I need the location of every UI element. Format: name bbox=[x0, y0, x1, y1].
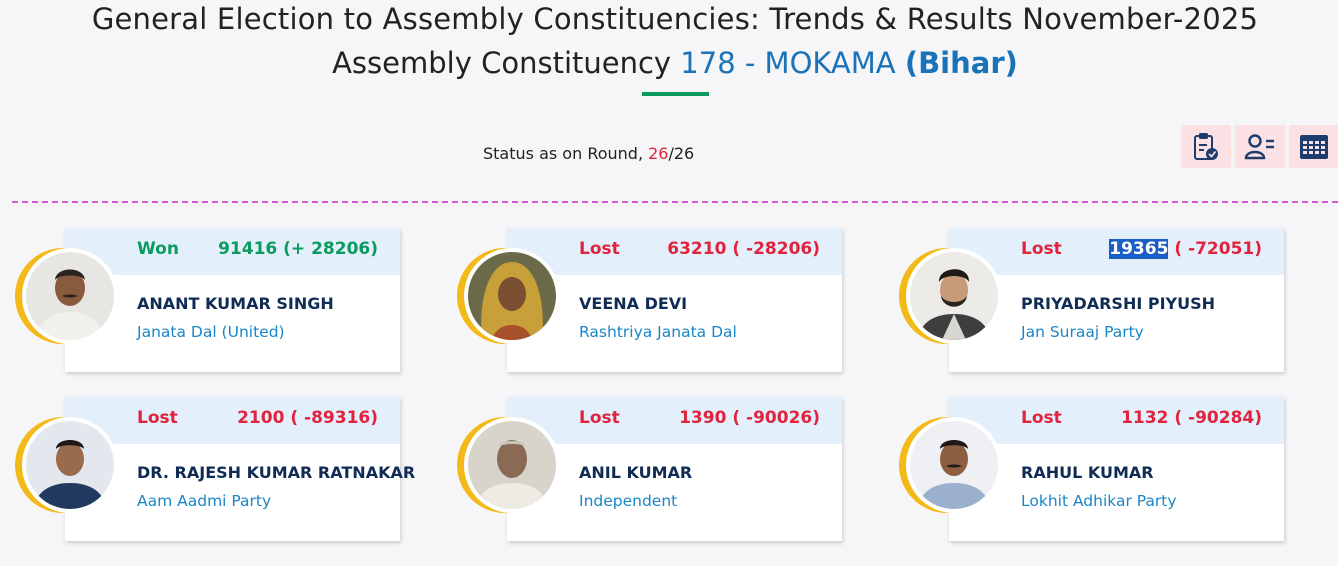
result-status: Won bbox=[137, 239, 179, 259]
candidate-card[interactable]: Lost 2100 ( -89316) DR. RAJESH KUMAR RAT… bbox=[15, 397, 415, 543]
clipboard-report-icon bbox=[1194, 132, 1218, 160]
report-button[interactable] bbox=[1181, 125, 1231, 168]
vote-count: 19365 ( -72051) bbox=[1109, 239, 1262, 259]
votes: 2100 bbox=[237, 408, 285, 428]
result-status: Lost bbox=[1021, 408, 1062, 428]
candidate-name: VEENA DEVI bbox=[579, 294, 688, 313]
vote-count: 1390 ( -90026) bbox=[679, 408, 820, 428]
candidate-photo bbox=[22, 248, 118, 344]
candidate-photo bbox=[464, 248, 560, 344]
candidate-name: PRIYADARSHI PIYUSH bbox=[1021, 294, 1216, 313]
result-status: Lost bbox=[137, 408, 178, 428]
round-status: Status as on Round, 26/26 bbox=[483, 144, 694, 163]
vote-count: 2100 ( -89316) bbox=[237, 408, 378, 428]
votes: 1390 bbox=[679, 408, 727, 428]
votes: 91416 bbox=[218, 239, 278, 259]
vote-margin: ( -89316) bbox=[284, 408, 378, 428]
result-status: Lost bbox=[579, 408, 620, 428]
candidate-card[interactable]: Lost 19365 ( -72051) PRIYADARSHI PIYUSH … bbox=[899, 228, 1286, 374]
total-rounds: 26 bbox=[673, 144, 695, 163]
status-prefix: Status as on Round, bbox=[483, 144, 649, 163]
candidate-card[interactable]: Lost 1390 ( -90026) ANIL KUMAR Independe… bbox=[457, 397, 844, 543]
title-underline bbox=[642, 92, 709, 96]
result-status: Lost bbox=[579, 239, 620, 259]
party-name: Aam Aadmi Party bbox=[137, 492, 272, 510]
votes: 1132 bbox=[1121, 408, 1169, 428]
section-divider bbox=[12, 201, 1338, 203]
votes: 63210 bbox=[667, 239, 727, 259]
vote-count: 63210 ( -28206) bbox=[667, 239, 820, 259]
vote-margin: ( -72051) bbox=[1168, 239, 1262, 259]
result-status: Lost bbox=[1021, 239, 1062, 259]
current-round: 26 bbox=[648, 144, 669, 163]
table-view-button[interactable] bbox=[1289, 125, 1338, 168]
vote-count: 91416 (+ 28206) bbox=[218, 239, 378, 259]
candidate-photo bbox=[906, 248, 1002, 344]
party-name: Rashtriya Janata Dal bbox=[579, 323, 737, 341]
candidate-list-button[interactable] bbox=[1235, 125, 1285, 168]
page-title: General Election to Assembly Constituenc… bbox=[91, 2, 1259, 36]
candidate-name: RAHUL KUMAR bbox=[1021, 463, 1154, 482]
candidate-name: ANANT KUMAR SINGH bbox=[137, 294, 334, 313]
constituency-title: Assembly Constituency 178 - MOKAMA (Biha… bbox=[0, 46, 1338, 80]
party-name: Janata Dal (United) bbox=[137, 323, 285, 341]
candidate-photo bbox=[906, 417, 1002, 513]
party-name: Independent bbox=[579, 492, 678, 510]
candidate-card[interactable]: Lost 63210 ( -28206) VEENA DEVI Rashtriy… bbox=[457, 228, 844, 374]
candidate-name: ANIL KUMAR bbox=[579, 463, 693, 482]
vote-margin: (+ 28206) bbox=[277, 239, 378, 259]
vote-count: 1132 ( -90284) bbox=[1121, 408, 1262, 428]
vote-margin: ( -90284) bbox=[1168, 408, 1262, 428]
state-name: (Bihar) bbox=[904, 46, 1018, 80]
vote-margin: ( -28206) bbox=[726, 239, 820, 259]
party-name: Lokhit Adhikar Party bbox=[1021, 492, 1177, 510]
candidate-card[interactable]: Won 91416 (+ 28206) ANANT KUMAR SINGH Ja… bbox=[15, 228, 402, 374]
candidate-card[interactable]: Lost 1132 ( -90284) RAHUL KUMAR Lokhit A… bbox=[899, 397, 1286, 543]
title-prefix: Assembly Constituency bbox=[332, 46, 681, 80]
party-name: Jan Suraaj Party bbox=[1021, 323, 1144, 341]
candidate-photo bbox=[22, 417, 118, 513]
votes-highlighted: 19365 bbox=[1109, 239, 1169, 259]
candidate-name: DR. RAJESH KUMAR RATNAKAR bbox=[137, 463, 416, 482]
constituency-name: 178 - MOKAMA bbox=[680, 46, 896, 80]
vote-margin: ( -90026) bbox=[726, 408, 820, 428]
table-grid-icon bbox=[1300, 134, 1328, 159]
candidate-photo bbox=[464, 417, 560, 513]
candidate-list-icon bbox=[1244, 133, 1274, 159]
